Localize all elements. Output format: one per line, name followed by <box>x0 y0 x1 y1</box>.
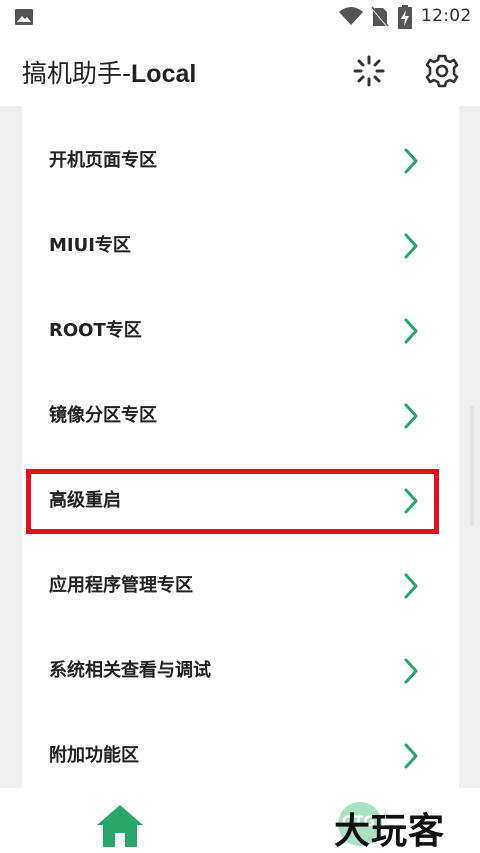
menu-item-label: 系统相关查看与调试 <box>49 660 211 681</box>
chevron-right-icon <box>404 233 418 263</box>
menu-item-label: 开机页面专区 <box>49 150 157 171</box>
gallery-icon <box>14 8 34 30</box>
menu-content[interactable]: 开机页面专区 MIUI专区 ROOT专区 镜像分区专区 高级重启 应用程序管理专… <box>0 106 480 788</box>
gear-icon[interactable] <box>424 53 460 93</box>
chevron-right-icon <box>404 318 418 348</box>
menu-item-miui[interactable]: MIUI专区 <box>22 203 459 288</box>
chevron-right-icon <box>404 743 418 773</box>
scrollbar[interactable] <box>470 406 474 526</box>
menu-item-label: 附加功能区 <box>49 745 139 766</box>
highlight-annotation <box>26 469 439 534</box>
app-title-latin: Local <box>131 60 197 88</box>
home-icon[interactable] <box>95 803 145 853</box>
wifi-icon <box>338 6 364 30</box>
status-clock: 12:02 <box>421 6 472 26</box>
chevron-right-icon <box>404 148 418 178</box>
menu-card: 开机页面专区 MIUI专区 ROOT专区 镜像分区专区 高级重启 应用程序管理专… <box>22 106 459 788</box>
menu-item-image-partition[interactable]: 镜像分区专区 <box>22 373 459 458</box>
menu-item-boot-page[interactable]: 开机页面专区 <box>22 118 459 203</box>
chevron-right-icon <box>404 403 418 433</box>
chevron-right-icon <box>404 573 418 603</box>
chevron-right-icon <box>404 658 418 688</box>
menu-item-label: ROOT专区 <box>49 320 142 341</box>
bottom-nav: OTG 大玩客 <box>0 788 480 853</box>
menu-item-root[interactable]: ROOT专区 <box>22 288 459 373</box>
battery-charging-icon <box>398 5 412 33</box>
menu-item-label: 应用程序管理专区 <box>49 575 193 596</box>
app-bar: 搞机助手-Local <box>0 34 480 106</box>
loading-icon[interactable] <box>352 54 386 92</box>
no-sim-icon <box>370 6 390 32</box>
menu-item-system-debug[interactable]: 系统相关查看与调试 <box>22 628 459 713</box>
app-title: 搞机助手-Local <box>22 54 196 90</box>
menu-item-extra-features[interactable]: 附加功能区 <box>22 713 459 788</box>
status-bar: 12:02 <box>0 0 480 34</box>
watermark-logo: OTG 大玩客 <box>330 798 480 853</box>
watermark-text: 大玩客 <box>334 811 446 852</box>
app-title-cjk: 搞机助手- <box>22 59 132 88</box>
menu-item-label: MIUI专区 <box>49 235 131 256</box>
menu-item-app-management[interactable]: 应用程序管理专区 <box>22 543 459 628</box>
menu-item-label: 镜像分区专区 <box>49 405 157 426</box>
